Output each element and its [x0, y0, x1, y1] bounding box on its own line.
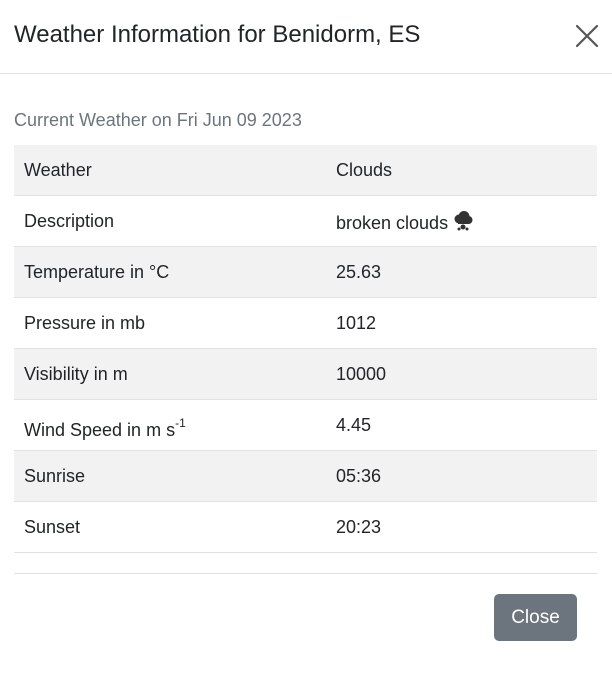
- weather-modal: Weather Information for Benidorm, ES Cur…: [0, 0, 612, 675]
- table-row-sunset: Sunset 20:23: [14, 502, 597, 553]
- row-value-wrap: broken clouds: [336, 210, 474, 234]
- modal-header: Weather Information for Benidorm, ES: [0, 0, 612, 74]
- row-label: Visibility in m: [24, 364, 128, 384]
- current-weather-date: Current Weather on Fri Jun 09 2023: [14, 110, 302, 130]
- table-row-weather: Weather Clouds: [14, 145, 597, 196]
- row-value: Clouds: [336, 160, 393, 180]
- table-row-temperature: Temperature in °C 25.63: [14, 247, 597, 298]
- footer-divider: [14, 573, 597, 574]
- row-value: 1012: [336, 313, 377, 333]
- row-label: Sunset: [24, 517, 81, 537]
- row-label: Sunrise: [24, 466, 86, 486]
- table-row-wind-speed: Wind Speed in m s-1 4.45: [14, 400, 597, 451]
- row-label-superscript: -1: [175, 416, 186, 430]
- modal-title: Weather Information for Benidorm, ES: [14, 21, 421, 48]
- row-label: Wind Speed in m s: [24, 420, 176, 440]
- row-value: 20:23: [336, 517, 382, 537]
- row-label-wrap: Wind Speed in m s-1: [24, 414, 186, 441]
- row-label: Pressure in mb: [24, 313, 146, 333]
- table-row-description: Description broken clouds: [14, 196, 597, 247]
- close-button[interactable]: Close: [494, 594, 577, 641]
- row-label: Weather: [24, 160, 92, 180]
- row-value: 05:36: [336, 466, 382, 486]
- row-label: Temperature in °C: [24, 262, 170, 282]
- row-value: broken clouds: [336, 213, 449, 233]
- weather-table: Weather Clouds Description broken clouds…: [14, 145, 597, 553]
- table-row-sunrise: Sunrise 05:36: [14, 451, 597, 502]
- cloud-rain-icon: [452, 210, 474, 232]
- table-row-visibility: Visibility in m 10000: [14, 349, 597, 400]
- row-value: 4.45: [336, 415, 372, 435]
- close-icon[interactable]: [572, 21, 602, 51]
- table-row-pressure: Pressure in mb 1012: [14, 298, 597, 349]
- row-label: Description: [24, 211, 115, 231]
- row-value: 10000: [336, 364, 387, 384]
- row-value: 25.63: [336, 262, 382, 282]
